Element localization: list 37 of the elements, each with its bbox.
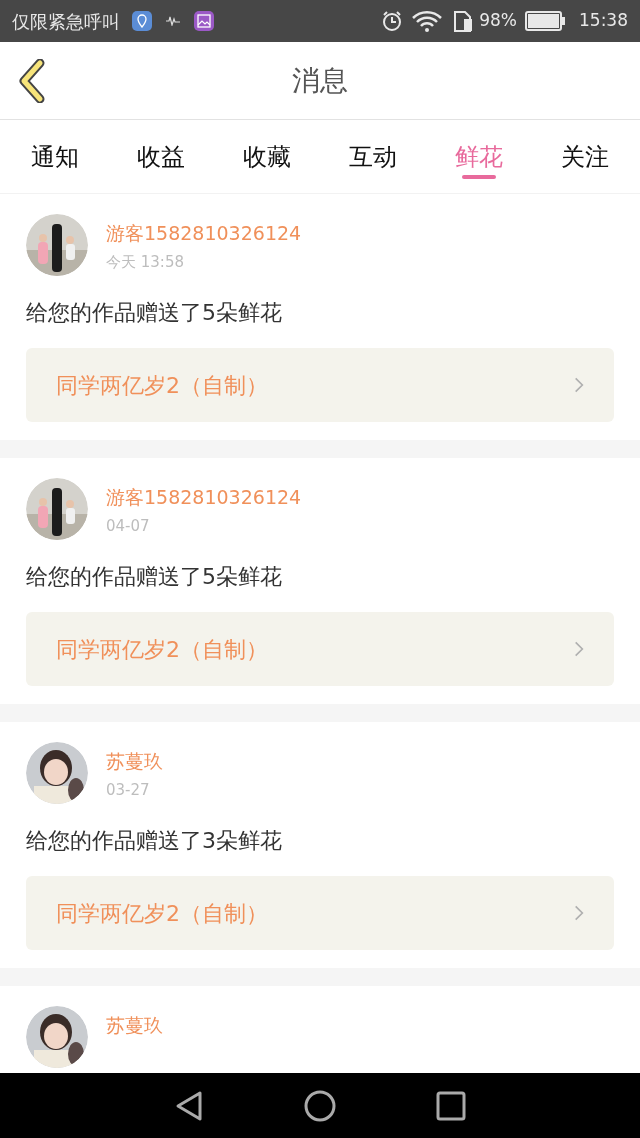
tab[interactable]: 互动 [328, 120, 418, 193]
tab[interactable]: 关注 [540, 120, 630, 193]
sim-icon [453, 10, 474, 32]
battery-percent: 98% [479, 9, 517, 33]
message-text: 给您的作品赠送了5朵鲜花 [26, 563, 283, 591]
home-nav-icon[interactable] [304, 1089, 336, 1122]
status-notice: 仅限紧急呼叫 [12, 9, 120, 34]
message-time: 03-27 [106, 780, 151, 800]
message-time: 04-07 [106, 516, 151, 536]
chevron-right-icon [574, 640, 584, 658]
work-link[interactable]: 同学两亿岁2（自制） [26, 348, 614, 422]
tab[interactable]: 鲜花 [434, 120, 524, 193]
message-text: 给您的作品赠送了5朵鲜花 [26, 299, 283, 327]
sender-name[interactable]: 游客1582810326124 [106, 220, 302, 246]
clock-time: 15:38 [579, 9, 628, 33]
sender-name[interactable]: 游客1582810326124 [106, 484, 302, 510]
recents-nav-icon[interactable] [436, 1090, 466, 1121]
tab[interactable]: 收益 [116, 120, 206, 193]
page-title: 消息 [292, 62, 348, 99]
location-icon [132, 11, 152, 31]
work-link[interactable]: 同学两亿岁2（自制） [26, 876, 614, 950]
tab[interactable]: 收藏 [222, 120, 312, 193]
alarm-icon [381, 10, 404, 32]
message-text: 给您的作品赠送了3朵鲜花 [26, 827, 283, 855]
waveform-icon [166, 16, 180, 26]
work-link[interactable]: 同学两亿岁2（自制） [26, 612, 614, 686]
sender-name[interactable]: 苏蔓玖 [106, 748, 163, 774]
battery-icon [525, 11, 565, 31]
wifi-icon [411, 10, 444, 32]
message-time: 今天 13:58 [106, 252, 185, 272]
back-nav-icon[interactable] [174, 1089, 204, 1122]
tab-indicator [462, 175, 496, 179]
sender-name[interactable]: 苏蔓玖 [106, 1012, 163, 1038]
gallery-icon [194, 11, 214, 31]
chevron-right-icon [574, 376, 584, 394]
tab[interactable]: 通知 [10, 120, 100, 193]
chevron-right-icon [574, 904, 584, 922]
